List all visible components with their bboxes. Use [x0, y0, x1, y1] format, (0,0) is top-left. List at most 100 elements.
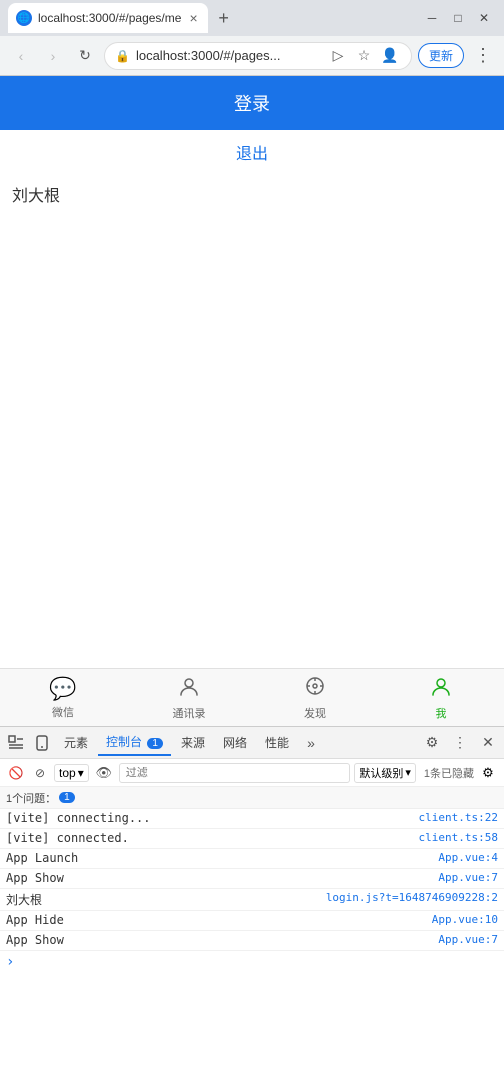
- nav-item-wechat[interactable]: 💬 微信: [0, 669, 126, 726]
- address-text: localhost:3000/#/pages...: [136, 48, 321, 63]
- issues-count-text: 1个问题：: [6, 790, 56, 806]
- device-toolbar-button[interactable]: [30, 731, 54, 755]
- log-entry-4: 刘大根 login.js?t=1648746909228:2: [0, 889, 504, 911]
- log-text-0: [vite] connecting...: [6, 811, 415, 825]
- dt-tab-performance[interactable]: 性能: [257, 730, 297, 755]
- tab-title: localhost:3000/#/pages/me: [38, 11, 181, 25]
- close-button[interactable]: ✕: [472, 6, 496, 30]
- user-name: 刘大根: [0, 174, 504, 214]
- app-header-title: 登录: [234, 94, 270, 114]
- level-selector[interactable]: 默认级别 ▾: [354, 763, 416, 783]
- nav-label-contacts: 通讯录: [173, 705, 206, 721]
- devtools-more-button[interactable]: ⋮: [448, 731, 472, 755]
- log-entry-6: App Show App.vue:7: [0, 931, 504, 951]
- issue-badge: 1: [59, 792, 75, 803]
- console-log: [vite] connecting... client.ts:22 [vite]…: [0, 809, 504, 1066]
- update-button[interactable]: 更新: [418, 43, 464, 68]
- console-settings-button[interactable]: ⚙: [478, 763, 498, 783]
- profile-icon[interactable]: 👤: [379, 45, 401, 67]
- filter-input-wrap: [119, 763, 351, 783]
- logout-button[interactable]: 退出: [0, 130, 504, 174]
- devtools-settings-button[interactable]: ⚙: [420, 731, 444, 755]
- bookmark-icon[interactable]: ☆: [353, 45, 375, 67]
- title-bar: 🌐 localhost:3000/#/pages/me × + ─ □ ✕: [0, 0, 504, 36]
- log-text-5: App Hide: [6, 913, 428, 927]
- log-source-2[interactable]: App.vue:4: [438, 851, 498, 864]
- tab-favicon: 🌐: [16, 10, 32, 26]
- issues-bar: 1个问题： 1: [0, 787, 504, 809]
- nav-item-contacts[interactable]: 通讯录: [126, 669, 252, 726]
- inspect-element-button[interactable]: [4, 731, 28, 755]
- devtools-tabs: 元素 控制台 1 来源 网络 性能 » ⚙ ⋮ ✕: [0, 727, 504, 759]
- devtools-close-button[interactable]: ✕: [476, 731, 500, 755]
- browser-tab[interactable]: 🌐 localhost:3000/#/pages/me ×: [8, 3, 208, 33]
- log-entry-5: App Hide App.vue:10: [0, 911, 504, 931]
- log-source-4[interactable]: login.js?t=1648746909228:2: [326, 891, 498, 904]
- address-bar: ‹ › ↻ 🔒 localhost:3000/#/pages... ▷ ☆ 👤 …: [0, 36, 504, 76]
- log-source-1[interactable]: client.ts:58: [419, 831, 498, 844]
- log-entry-1: [vite] connected. client.ts:58: [0, 829, 504, 849]
- log-text-2: App Launch: [6, 851, 434, 865]
- contacts-icon: [178, 675, 200, 703]
- lock-icon: 🔒: [115, 49, 130, 63]
- block-requests-button[interactable]: ⊘: [30, 763, 50, 783]
- level-dropdown-icon: ▾: [405, 766, 411, 779]
- forward-button[interactable]: ›: [40, 43, 66, 69]
- console-badge: 1: [147, 738, 163, 749]
- nav-label-me: 我: [436, 705, 447, 721]
- log-text-6: App Show: [6, 933, 434, 947]
- address-input[interactable]: 🔒 localhost:3000/#/pages... ▷ ☆ 👤: [104, 42, 412, 70]
- more-tabs-button[interactable]: »: [299, 731, 323, 755]
- log-text-3: App Show: [6, 871, 434, 885]
- level-label: 默认级别: [359, 765, 403, 781]
- log-entry-2: App Launch App.vue:4: [0, 849, 504, 869]
- devtools-panel: 元素 控制台 1 来源 网络 性能 » ⚙ ⋮ ✕: [0, 726, 504, 1066]
- filter-input[interactable]: [126, 767, 344, 779]
- context-selector[interactable]: top ▾: [54, 764, 89, 782]
- nav-item-discover[interactable]: 发现: [252, 669, 378, 726]
- app-header: 登录: [0, 76, 504, 130]
- wechat-icon: 💬: [49, 676, 76, 702]
- dt-tab-sources[interactable]: 来源: [173, 730, 213, 755]
- log-text-1: [vite] connected.: [6, 831, 415, 845]
- nav-item-me[interactable]: 我: [378, 669, 504, 726]
- app-main: [0, 214, 504, 668]
- dt-tab-elements[interactable]: 元素: [56, 730, 96, 755]
- nav-label-discover: 发现: [304, 705, 326, 721]
- log-entry-0: [vite] connecting... client.ts:22: [0, 809, 504, 829]
- window-controls: ─ □ ✕: [420, 6, 496, 30]
- log-source-0[interactable]: client.ts:22: [419, 811, 498, 824]
- log-source-3[interactable]: App.vue:7: [438, 871, 498, 884]
- devtools-right-icons: ⚙ ⋮ ✕: [420, 731, 500, 755]
- nav-label-wechat: 微信: [52, 704, 74, 720]
- log-source-6[interactable]: App.vue:7: [438, 933, 498, 946]
- address-right-icons: ▷ ☆ 👤: [327, 45, 401, 67]
- log-entry-3: App Show App.vue:7: [0, 869, 504, 889]
- browser-frame: 🌐 localhost:3000/#/pages/me × + ─ □ ✕ ‹ …: [0, 0, 504, 1066]
- dt-tab-network[interactable]: 网络: [215, 730, 255, 755]
- more-button[interactable]: ⋮: [470, 43, 496, 68]
- cast-icon[interactable]: ▷: [327, 45, 349, 67]
- context-label: top: [59, 766, 76, 780]
- minimize-button[interactable]: ─: [420, 6, 444, 30]
- log-text-4: 刘大根: [6, 891, 322, 908]
- prompt-line[interactable]: ›: [0, 951, 504, 973]
- eye-button[interactable]: 👁: [93, 762, 115, 784]
- clear-console-button[interactable]: 🚫: [6, 763, 26, 783]
- page-content: 登录 退出 刘大根 💬 微信: [0, 76, 504, 726]
- maximize-button[interactable]: □: [446, 6, 470, 30]
- back-button[interactable]: ‹: [8, 43, 34, 69]
- discover-icon: [304, 675, 326, 703]
- refresh-button[interactable]: ↻: [72, 43, 98, 69]
- new-tab-button[interactable]: +: [212, 6, 236, 30]
- devtools-toolbar: 🚫 ⊘ top ▾ 👁 默认级别 ▾ 1条已隐藏 ⚙: [0, 759, 504, 787]
- app-container: 登录 退出 刘大根 💬 微信: [0, 76, 504, 726]
- context-dropdown-icon: ▾: [78, 766, 84, 780]
- hidden-count: 1条已隐藏: [424, 765, 474, 781]
- me-icon: [430, 675, 452, 703]
- tab-close-button[interactable]: ×: [187, 8, 199, 28]
- log-source-5[interactable]: App.vue:10: [432, 913, 498, 926]
- prompt-arrow-icon: ›: [6, 954, 14, 970]
- dt-tab-console[interactable]: 控制台 1: [98, 729, 171, 756]
- bottom-nav: 💬 微信 通讯录: [0, 668, 504, 726]
